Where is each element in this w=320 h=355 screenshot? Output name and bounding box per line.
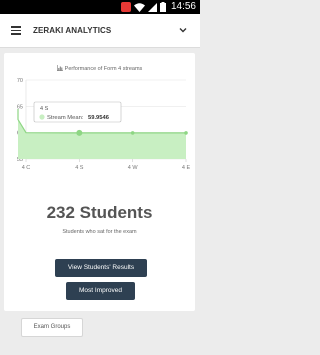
app-title: ZERAKI ANALYTICS [33,26,112,35]
status-time: 14:56 [170,1,196,12]
app-bar: ZERAKI ANALYTICS [0,14,200,48]
data-point[interactable] [130,131,135,135]
tooltip-series-label: Stream Mean: [47,115,84,121]
chevron-down-icon[interactable] [178,25,188,35]
data-point[interactable] [76,129,83,136]
x-tick-label: 4 S [75,165,84,171]
tooltip-category: 4 S [40,106,49,112]
view-students-results-button[interactable]: View Students' Results [55,259,147,277]
most-improved-button[interactable]: Most Improved [66,282,135,300]
y-tick-label: 70 [17,78,23,84]
students-subtitle: Students who sat for the exam [62,229,137,235]
data-point[interactable] [184,131,188,135]
status-bar: 14:56 [0,0,200,14]
students-count: 232 Students [46,203,153,222]
battery-icon [160,2,166,12]
notification-icon [121,2,131,12]
x-tick-label: 4 C [22,165,31,171]
tooltip-series-dot [39,114,45,120]
status-icons [121,2,166,12]
exam-groups-button[interactable]: Exam Groups [21,318,83,337]
x-tick-label: 4 W [128,165,139,171]
signal-icon [148,2,157,12]
x-tick-label: 4 E [182,165,191,171]
tooltip-series-value: 59.9546 [88,115,110,121]
chart-tooltip: 4 S Stream Mean: 59.9546 [33,101,122,123]
menu-icon[interactable] [11,26,21,35]
performance-chart[interactable]: 55606570 4 C4 S4 W4 E 4 S Stream Mean: 5… [4,53,195,178]
wifi-icon [134,2,145,12]
x-axis-ticks: 4 C 4 S 4 W 4 E [22,159,191,171]
performance-card: Performance of Form 4 streams 55606570 4… [4,53,195,311]
